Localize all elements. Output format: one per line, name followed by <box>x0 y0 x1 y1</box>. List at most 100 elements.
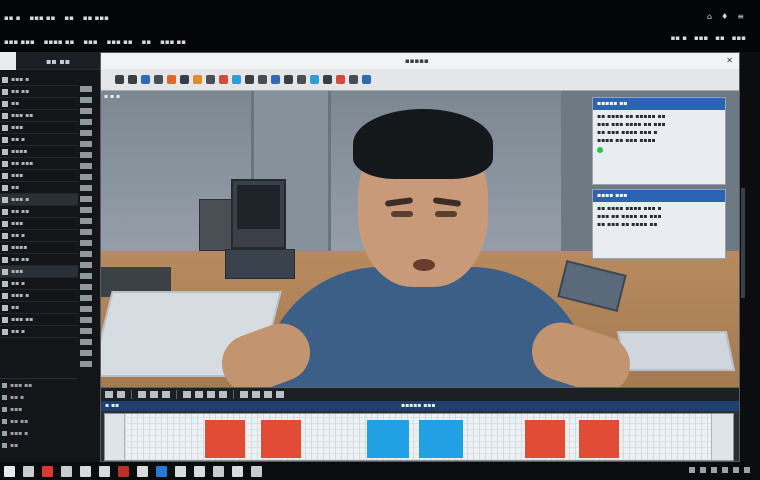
top-tab[interactable]: ▪▪ ▪ <box>671 34 687 42</box>
file-icon[interactable] <box>80 465 91 477</box>
menu-item[interactable]: ▪▪▪ ▪▪ <box>29 14 55 22</box>
menu-item[interactable]: ▪▪▪ <box>83 38 97 46</box>
footer-item[interactable]: ▪▪▪ ▪▪ <box>0 379 78 391</box>
cut-icon[interactable] <box>167 75 176 84</box>
tray-icon[interactable] <box>722 467 728 473</box>
menu-item[interactable]: ▪▪▪▪ ▪▪ <box>44 38 75 46</box>
timeline-clip[interactable] <box>419 420 463 458</box>
list-item[interactable]: ▪▪▪ ▪ <box>0 74 78 86</box>
tool-icon[interactable] <box>80 328 92 334</box>
track-controls[interactable] <box>711 414 733 460</box>
tool-icon[interactable] <box>80 108 92 114</box>
notification-icon[interactable]: ♦ <box>721 12 728 21</box>
color-icon[interactable] <box>336 75 345 84</box>
app-icon[interactable] <box>61 465 72 477</box>
tool-icon[interactable] <box>80 174 92 180</box>
list-item[interactable]: ▪▪ ▪▪ <box>0 86 78 98</box>
stop-icon[interactable] <box>245 75 254 84</box>
top-tab[interactable]: ▪▪▪ <box>694 34 708 42</box>
list-item[interactable]: ▪▪ ▪ <box>0 326 78 338</box>
app-icon[interactable] <box>42 465 53 477</box>
home-icon[interactable]: ⌂ <box>707 12 712 21</box>
list-item[interactable]: ▪▪ ▪ <box>0 134 78 146</box>
tool-icon[interactable] <box>80 284 92 290</box>
start-icon[interactable] <box>4 465 15 477</box>
footer-item[interactable]: ▪▪ ▪ <box>0 391 78 403</box>
delete-icon[interactable] <box>219 391 227 398</box>
window-titlebar[interactable]: ▪▪▪▪▪ ✕ <box>101 53 739 69</box>
zoom-out-icon[interactable] <box>252 391 260 398</box>
list-item[interactable]: ▪▪ ▪ <box>0 230 78 242</box>
file-icon[interactable] <box>175 465 186 477</box>
tool-icon[interactable] <box>80 152 92 158</box>
file-icon[interactable] <box>194 465 205 477</box>
footer-item[interactable]: ▪▪▪ ▪ <box>0 427 78 439</box>
tool-icon[interactable] <box>80 240 92 246</box>
tool-icon[interactable] <box>80 97 92 103</box>
list-item[interactable]: ▪▪ ▪▪▪ <box>0 158 78 170</box>
tray-icon[interactable] <box>700 467 706 473</box>
list-item[interactable]: ▪▪▪ ▪▪ <box>0 314 78 326</box>
menu-item[interactable]: ▪▪▪ ▪▪▪ <box>4 38 35 46</box>
text-icon[interactable] <box>349 75 358 84</box>
tool-icon[interactable] <box>80 317 92 323</box>
tool-icon[interactable] <box>80 273 92 279</box>
footer-item[interactable]: ▪▪ <box>0 439 78 451</box>
save-icon[interactable] <box>141 75 150 84</box>
list-item[interactable]: ▪▪ <box>0 182 78 194</box>
undo-icon[interactable] <box>154 75 163 84</box>
timeline-track[interactable] <box>104 413 734 461</box>
list-item[interactable]: ▪▪▪ <box>0 122 78 134</box>
copy-icon[interactable] <box>195 391 203 398</box>
app-icon[interactable] <box>118 465 129 477</box>
list-item[interactable]: ▪▪▪ ▪ <box>0 290 78 302</box>
timeline-clip[interactable] <box>367 420 409 458</box>
list-item[interactable]: ▪▪ <box>0 302 78 314</box>
tool-icon[interactable] <box>80 229 92 235</box>
zoom-in-icon[interactable] <box>240 391 248 398</box>
list-item-selected[interactable]: ▪▪▪ ▪ <box>0 194 78 206</box>
tool-icon[interactable] <box>80 218 92 224</box>
play-icon[interactable] <box>105 391 113 398</box>
loop-icon[interactable] <box>258 75 267 84</box>
timeline-clip[interactable] <box>261 420 301 458</box>
video-preview[interactable]: ▪ ▪ ▪ ▪▪▪▪▪ ▪▪ ▪▪ ▪▪▪▪ ▪▪ ▪▪▪▪▪ ▪▪ ▪▪▪ ▪… <box>101 91 739 387</box>
play-icon[interactable] <box>232 75 241 84</box>
tool-icon[interactable] <box>80 251 92 257</box>
top-tab[interactable]: ▪▪▪ <box>732 34 746 42</box>
copy-icon[interactable] <box>180 75 189 84</box>
list-item[interactable]: ▪▪ ▪ <box>0 278 78 290</box>
folder-icon[interactable] <box>213 465 224 477</box>
list-item[interactable]: ▪▪▪▪ <box>0 146 78 158</box>
menu-item[interactable]: ▪▪ ▪ <box>4 14 20 22</box>
pause-icon[interactable] <box>117 391 125 398</box>
record-icon[interactable] <box>219 75 228 84</box>
file-icon[interactable] <box>232 465 243 477</box>
effects-icon[interactable] <box>310 75 319 84</box>
tool-icon[interactable] <box>80 141 92 147</box>
tray-icon[interactable] <box>689 467 695 473</box>
paste-icon[interactable] <box>193 75 202 84</box>
list-item[interactable]: ▪▪▪ ▪▪ <box>0 110 78 122</box>
timeline-clip[interactable] <box>205 420 245 458</box>
snap-icon[interactable] <box>264 391 272 398</box>
timeline-clip[interactable] <box>525 420 565 458</box>
tool-icon[interactable] <box>80 306 92 312</box>
marker-icon[interactable] <box>276 391 284 398</box>
open-icon[interactable] <box>128 75 137 84</box>
list-item-selected[interactable]: ▪▪▪ <box>0 266 78 278</box>
tool-icon[interactable] <box>80 196 92 202</box>
menu-item[interactable]: ▪▪ <box>142 38 152 46</box>
trim-icon[interactable] <box>297 75 306 84</box>
close-icon[interactable]: ✕ <box>726 56 733 65</box>
file-icon[interactable] <box>137 465 148 477</box>
list-item[interactable]: ▪▪ ▪▪ <box>0 206 78 218</box>
cut-icon[interactable] <box>183 391 191 398</box>
menu-item[interactable]: ▪▪▪ ▪▪ <box>160 38 186 46</box>
tray-icon[interactable] <box>744 467 750 473</box>
menu-item[interactable]: ▪▪▪ ▪▪ <box>107 38 133 46</box>
footer-item[interactable]: ▪▪▪ <box>0 403 78 415</box>
browser-icon[interactable] <box>156 465 167 477</box>
tray-icon[interactable] <box>733 467 739 473</box>
tool-icon[interactable] <box>80 86 92 92</box>
